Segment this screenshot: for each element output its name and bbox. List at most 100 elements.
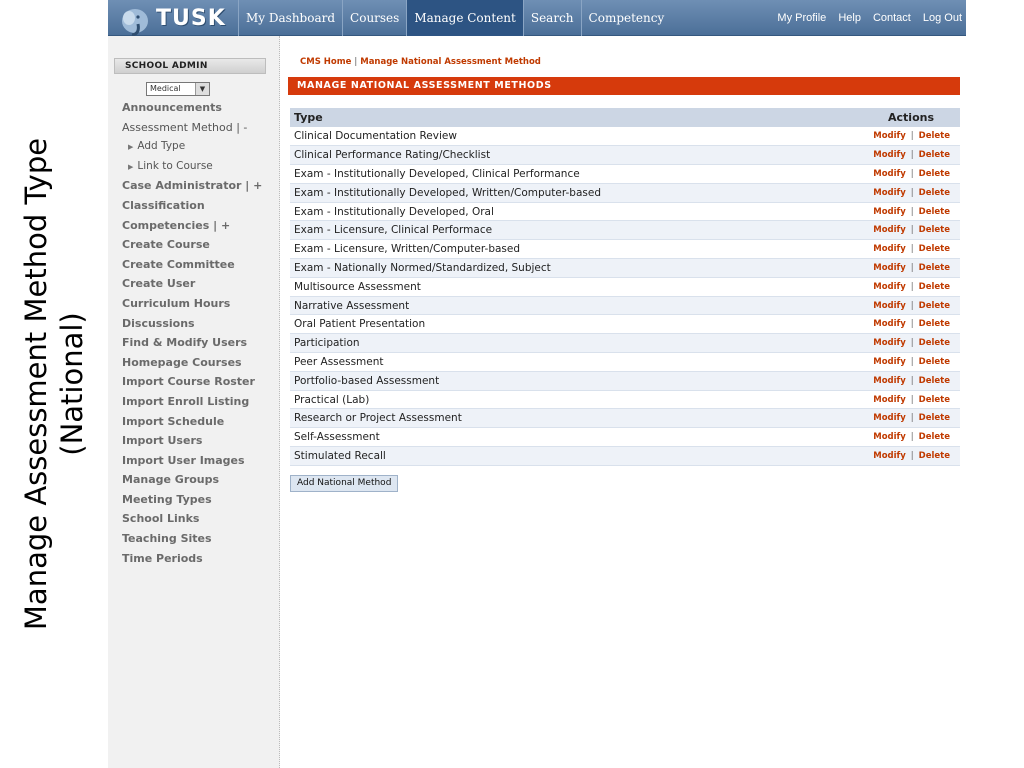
sidebar-item-import-schedule[interactable]: Import Schedule <box>122 412 278 432</box>
sidebar-item-announcements[interactable]: Announcements <box>122 98 278 118</box>
sidebar-item-link-to-course[interactable]: ▶ Link to Course <box>122 157 278 177</box>
delete-link[interactable]: Delete <box>919 244 950 254</box>
tusk-logo[interactable]: TUSK <box>116 2 236 40</box>
sidebar-item-assessment-method[interactable]: Assessment Method | - <box>122 118 278 138</box>
breadcrumb-cms-home[interactable]: CMS Home <box>300 57 351 67</box>
sidebar-item-curriculum-hours[interactable]: Curriculum Hours <box>122 294 278 314</box>
modify-link[interactable]: Modify <box>873 451 906 461</box>
actions-cell: Modify | Delete <box>810 202 960 222</box>
add-national-method-button[interactable]: Add National Method <box>290 475 399 492</box>
sidebar-item-time-periods[interactable]: Time Periods <box>122 549 278 569</box>
sidebar-item-label: Link to Course <box>137 159 213 172</box>
nav-tab-courses[interactable]: Courses <box>342 0 406 36</box>
modify-link[interactable]: Modify <box>873 432 906 442</box>
sidebar-item-find-modify-users[interactable]: Find & Modify Users <box>122 333 278 353</box>
method-type-cell: Exam - Institutionally Developed, Clinic… <box>290 164 811 184</box>
nav-tab-my-dashboard[interactable]: My Dashboard <box>238 0 342 36</box>
modify-link[interactable]: Modify <box>873 225 906 235</box>
modify-link[interactable]: Modify <box>873 150 906 160</box>
actions-cell: Modify | Delete <box>810 352 960 372</box>
method-type-cell: Peer Assessment <box>290 352 811 372</box>
modify-link[interactable]: Modify <box>873 413 906 423</box>
delete-link[interactable]: Delete <box>919 432 950 442</box>
action-separator: | <box>910 375 914 386</box>
delete-link[interactable]: Delete <box>919 413 950 423</box>
sidebar-item-add-type[interactable]: ▶ Add Type <box>122 137 278 157</box>
modify-link[interactable]: Modify <box>873 395 906 405</box>
modify-link[interactable]: Modify <box>873 169 906 179</box>
section-title: MANAGE NATIONAL ASSESSMENT METHODS <box>288 77 960 95</box>
school-select[interactable]: Medical ▼ <box>146 82 210 96</box>
modify-link[interactable]: Modify <box>873 263 906 273</box>
modify-link[interactable]: Modify <box>873 357 906 367</box>
action-separator: | <box>910 300 914 311</box>
delete-link[interactable]: Delete <box>919 395 950 405</box>
modify-link[interactable]: Modify <box>873 244 906 254</box>
sidebar-item-create-course[interactable]: Create Course <box>122 235 278 255</box>
modify-link[interactable]: Modify <box>873 131 906 141</box>
sidebar-item-meeting-types[interactable]: Meeting Types <box>122 490 278 510</box>
method-type-cell: Practical (Lab) <box>290 390 811 410</box>
sidebar-item-import-users[interactable]: Import Users <box>122 431 278 451</box>
delete-link[interactable]: Delete <box>919 301 950 311</box>
actions-cell: Modify | Delete <box>810 258 960 278</box>
sidebar-item-import-user-images[interactable]: Import User Images <box>122 451 278 471</box>
modify-link[interactable]: Modify <box>873 207 906 217</box>
action-separator: | <box>910 319 914 330</box>
sidebar-item-manage-groups[interactable]: Manage Groups <box>122 470 278 490</box>
sidebar-item-create-user[interactable]: Create User <box>122 274 278 294</box>
delete-link[interactable]: Delete <box>919 131 950 141</box>
delete-link[interactable]: Delete <box>919 376 950 386</box>
nav-tab-competency[interactable]: Competency <box>580 0 672 36</box>
delete-link[interactable]: Delete <box>919 188 950 198</box>
sidebar-item-case-administrator[interactable]: Case Administrator | + <box>122 176 278 196</box>
action-separator: | <box>910 281 914 292</box>
action-separator: | <box>910 150 914 161</box>
link-my-profile[interactable]: My Profile <box>777 0 826 36</box>
nav-tab-search[interactable]: Search <box>522 0 581 36</box>
nav-tab-manage-content[interactable]: Manage Content <box>406 0 523 36</box>
delete-link[interactable]: Delete <box>919 451 950 461</box>
delete-link[interactable]: Delete <box>919 225 950 235</box>
actions-cell: Modify | Delete <box>810 277 960 297</box>
modify-link[interactable]: Modify <box>873 376 906 386</box>
sidebar-item-discussions[interactable]: Discussions <box>122 314 278 334</box>
link-log-out[interactable]: Log Out <box>923 0 962 36</box>
delete-link[interactable]: Delete <box>919 338 950 348</box>
link-help[interactable]: Help <box>838 0 861 36</box>
delete-link[interactable]: Delete <box>919 357 950 367</box>
modify-link[interactable]: Modify <box>873 301 906 311</box>
delete-link[interactable]: Delete <box>919 282 950 292</box>
sidebar-item-label: Homepage Courses <box>122 355 242 369</box>
sidebar-item-import-enroll-listing[interactable]: Import Enroll Listing <box>122 392 278 412</box>
sidebar-item-label: Curriculum Hours <box>122 296 231 310</box>
delete-link[interactable]: Delete <box>919 150 950 160</box>
delete-link[interactable]: Delete <box>919 207 950 217</box>
action-separator: | <box>910 432 914 443</box>
action-separator: | <box>910 206 914 217</box>
sidebar-item-label: Import Enroll Listing <box>122 394 250 408</box>
modify-link[interactable]: Modify <box>873 338 906 348</box>
action-separator: | <box>910 338 914 349</box>
method-type-cell: Exam - Institutionally Developed, Writte… <box>290 183 811 203</box>
sidebar-item-teaching-sites[interactable]: Teaching Sites <box>122 529 278 549</box>
sidebar-item-homepage-courses[interactable]: Homepage Courses <box>122 353 278 373</box>
sidebar-item-school-links[interactable]: School Links <box>122 509 278 529</box>
sidebar-item-create-committee[interactable]: Create Committee <box>122 255 278 275</box>
sidebar-item-label: Manage Groups <box>122 473 220 487</box>
modify-link[interactable]: Modify <box>873 188 906 198</box>
sidebar-item-import-course-roster[interactable]: Import Course Roster <box>122 372 278 392</box>
action-separator: | <box>910 356 914 367</box>
sidebar-item-competencies[interactable]: Competencies | + <box>122 216 278 236</box>
main-content: CMS Home | Manage National Assessment Meth… <box>288 36 962 768</box>
sidebar-item-classification[interactable]: Classification <box>122 196 278 216</box>
sidebar-item-label: Import Users <box>122 434 203 448</box>
modify-link[interactable]: Modify <box>873 282 906 292</box>
delete-link[interactable]: Delete <box>919 319 950 329</box>
sidebar-item-label: Create Course <box>122 238 210 252</box>
modify-link[interactable]: Modify <box>873 319 906 329</box>
delete-link[interactable]: Delete <box>919 263 950 273</box>
app-window: TUSK My Dashboard Courses Manage Content Se… <box>108 0 966 768</box>
delete-link[interactable]: Delete <box>919 169 950 179</box>
link-contact[interactable]: Contact <box>873 0 911 36</box>
